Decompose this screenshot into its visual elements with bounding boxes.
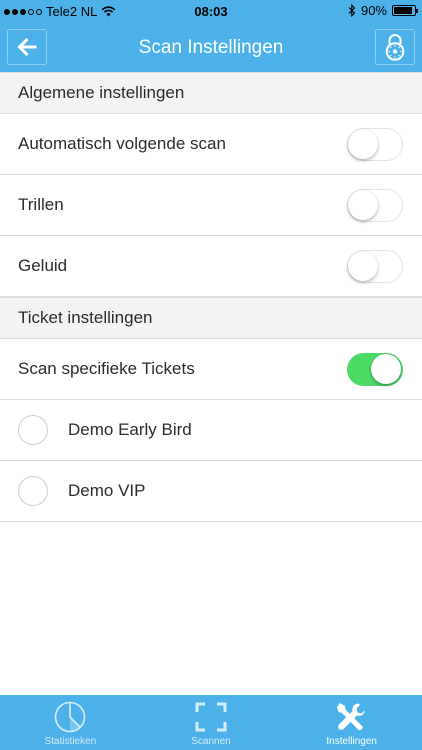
ticket-type-label: Demo VIP xyxy=(68,481,146,500)
lock-button[interactable] xyxy=(375,29,415,65)
setting-row-vibrate: Trillen xyxy=(0,175,422,236)
vibrate-toggle[interactable] xyxy=(347,189,403,222)
setting-row-scan-specific-tickets: Scan specifieke Tickets xyxy=(0,339,422,400)
ticket-type-row[interactable]: Demo VIP xyxy=(0,461,422,522)
page-title: Scan Instellingen xyxy=(138,37,284,58)
ticket-radio-button[interactable] xyxy=(18,415,48,445)
tab-scannen[interactable]: Scannen xyxy=(141,695,282,750)
ticket-type-row[interactable]: Demo Early Bird xyxy=(0,400,422,461)
pie-chart-icon xyxy=(55,701,86,733)
setting-row-auto-next-scan: Automatisch volgende scan xyxy=(0,114,422,175)
arrow-left-icon xyxy=(17,38,37,56)
section-title: Algemene instellingen xyxy=(18,83,185,102)
auto-next-scan-toggle[interactable] xyxy=(347,128,403,161)
section-title: Ticket instellingen xyxy=(18,308,153,327)
tab-label: Instellingen xyxy=(326,736,377,747)
tab-instellingen[interactable]: Instellingen xyxy=(281,695,422,750)
battery-info: 90% xyxy=(348,3,418,18)
tab-bar: Statistieken Scannen Instellingen xyxy=(0,695,422,750)
back-button[interactable] xyxy=(7,29,47,65)
sound-toggle[interactable] xyxy=(347,250,403,283)
tab-label: Statistieken xyxy=(44,736,97,747)
bluetooth-icon xyxy=(348,4,356,17)
tab-statistieken[interactable]: Statistieken xyxy=(0,695,141,750)
battery-icon xyxy=(392,5,418,16)
scan-specific-tickets-toggle[interactable] xyxy=(347,353,403,386)
ticket-radio-button[interactable] xyxy=(18,476,48,506)
section-header-general: Algemene instellingen xyxy=(0,72,422,114)
section-header-tickets: Ticket instellingen xyxy=(0,297,422,339)
status-bar: Tele2 NL 08:03 90% xyxy=(0,0,422,22)
battery-percent: 90% xyxy=(360,3,387,18)
ticket-type-label: Demo Early Bird xyxy=(68,420,192,439)
navigation-bar: Scan Instellingen xyxy=(0,22,422,72)
tab-label: Scannen xyxy=(191,736,231,747)
lock-icon xyxy=(385,34,405,61)
setting-row-sound: Geluid xyxy=(0,236,422,297)
tools-icon xyxy=(336,703,365,731)
scan-frame-icon xyxy=(195,702,227,732)
